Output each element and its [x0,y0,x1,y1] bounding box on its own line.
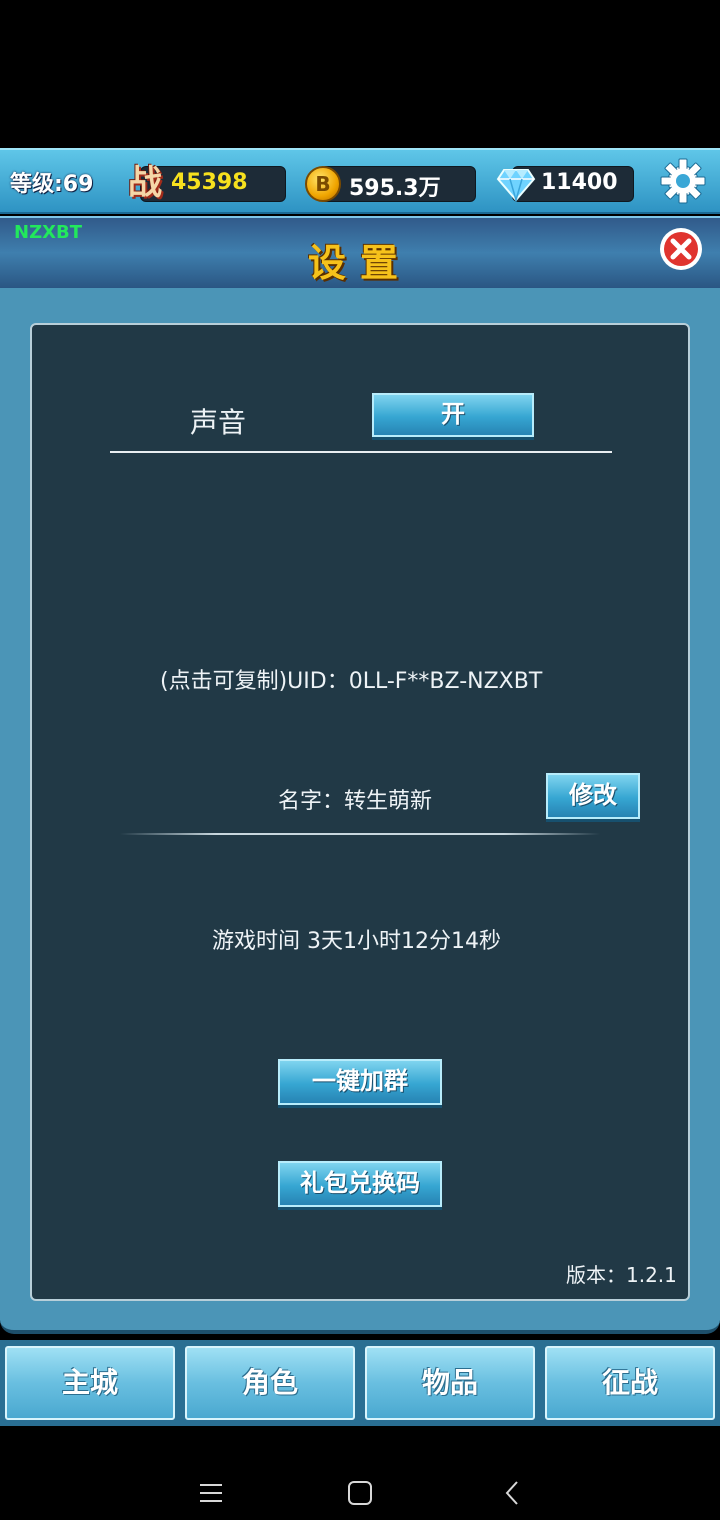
settings-gear-icon[interactable] [660,158,706,204]
panel-title-bar: NZXBT 设置 [0,216,720,288]
diamond-icon [496,169,536,203]
sound-toggle-button[interactable]: 开 [372,393,534,437]
bottom-tab-bar: 主城 角色 物品 征战 [0,1340,720,1426]
diamond-value: 11400 [541,170,618,195]
rename-button[interactable]: 修改 [546,773,640,819]
page-title: 设置 [307,241,412,285]
tab-items[interactable]: 物品 [365,1346,535,1420]
divider [120,833,600,835]
settings-panel: NZXBT 设置 声音 开 (点击可复制)UID：0LL-F**BZ-NZXBT… [0,216,720,1334]
tab-campaign[interactable]: 征战 [545,1346,715,1420]
home-icon[interactable] [347,1480,373,1506]
gold-pill: 595.3万 [320,166,476,202]
divider [110,451,612,453]
close-icon[interactable] [658,226,704,272]
sound-label: 声音 [190,406,247,439]
gift-code-button[interactable]: 礼包兑换码 [278,1161,442,1207]
menu-icon[interactable] [198,1480,224,1506]
battle-power-icon: 战 [128,163,162,203]
gold-value: 595.3万 [349,176,441,201]
play-time-text: 游戏时间 3天1小时12分14秒 [212,929,501,954]
uid-copy-text[interactable]: (点击可复制)UID：0LL-F**BZ-NZXBT [160,663,542,695]
status-bar: 等级:69 45398 595.3万 11400 [0,148,720,214]
gold-coin-icon: B [305,166,341,202]
version-text: 版本：1.2.1 [566,1263,677,1287]
join-group-button[interactable]: 一键加群 [278,1059,442,1105]
player-name-text: 名字：转生萌新 [278,789,433,814]
settings-content: 声音 开 (点击可复制)UID：0LL-F**BZ-NZXBT 名字：转生萌新 … [30,323,690,1301]
back-icon[interactable] [500,1480,526,1506]
player-level: 等级:69 [10,172,94,197]
tab-character[interactable]: 角色 [185,1346,355,1420]
power-value: 45398 [171,170,248,195]
tab-main-city[interactable]: 主城 [5,1346,175,1420]
